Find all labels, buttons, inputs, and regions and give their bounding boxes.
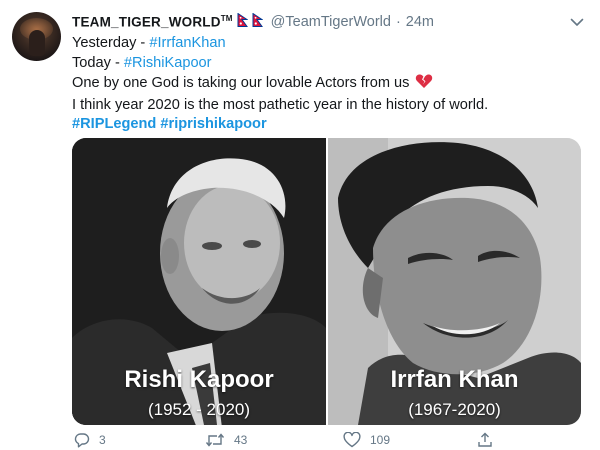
timestamp[interactable]: 24m — [406, 14, 434, 30]
photo-rishi-kapoor[interactable]: Rishi Kapoor (1952 - 2020) — [72, 138, 326, 425]
retweet-icon — [205, 432, 225, 448]
tweet-line-1: Yesterday - #IrrfanKhan — [72, 34, 582, 54]
display-name-text: TEAM_TIGER_WORLD — [72, 14, 221, 30]
like-count: 109 — [370, 433, 391, 447]
nepal-flag-icon — [237, 12, 249, 32]
retweet-count: 43 — [234, 433, 248, 447]
avatar[interactable] — [12, 12, 61, 61]
tweet-media[interactable]: Rishi Kapoor (1952 - 2020) Irrfan Khan (… — [72, 138, 581, 425]
tweet-actions: 3 43 109 — [72, 432, 512, 450]
photo-irrfan-khan[interactable]: Irrfan Khan (1967-2020) — [328, 138, 581, 425]
actor-years-right: (1967-2020) — [408, 400, 501, 419]
broken-heart-icon — [415, 73, 433, 96]
share-button[interactable] — [477, 432, 493, 448]
avatar-figure — [29, 30, 45, 56]
actor-name-right: Irrfan Khan — [390, 366, 519, 393]
chevron-down-icon[interactable] — [570, 14, 584, 32]
tweet-header: TEAM_TIGER_WORLDTM @TeamTigerWorld · 24m — [72, 11, 434, 33]
tweet-line-5: #RIPLegend #riprishikapoor — [72, 115, 582, 135]
line-2-prefix: Today - — [72, 54, 124, 71]
line-1-prefix: Yesterday - — [72, 35, 150, 51]
hashtag-irrfankhan[interactable]: #IrrfanKhan — [149, 35, 225, 51]
nepal-flag-icon — [252, 12, 264, 32]
display-name[interactable]: TEAM_TIGER_WORLDTM — [72, 14, 233, 30]
time-separator: · — [395, 14, 401, 30]
tweet[interactable]: TEAM_TIGER_WORLDTM @TeamTigerWorld · 24m… — [0, 0, 600, 450]
tweet-line-4: I think year 2020 is the most pathetic y… — [72, 96, 489, 113]
like-button[interactable]: 109 — [343, 432, 390, 448]
reply-button[interactable]: 3 — [74, 432, 106, 448]
actor-years-left: (1952 - 2020) — [147, 400, 251, 419]
hashtag-riplegend[interactable]: #RIPLegend — [72, 116, 156, 132]
share-icon — [477, 432, 493, 448]
tweet-line-3: One by one God is taking our lovable Act… — [72, 73, 582, 96]
hashtag-riprishikapoor[interactable]: #riprishikapoor — [160, 116, 266, 132]
tweet-text: Yesterday - #IrrfanKhan Today - #RishiKa… — [72, 34, 582, 135]
line-3-text: One by one God is taking our lovable Act… — [72, 75, 410, 91]
retweet-button[interactable]: 43 — [205, 432, 247, 448]
reply-count: 3 — [99, 433, 106, 447]
heart-icon — [343, 432, 361, 448]
reply-icon — [74, 432, 90, 448]
actor-name-left: Rishi Kapoor — [124, 366, 274, 393]
tweet-line-2: Today - #RishiKapoor — [72, 54, 582, 74]
tm-mark: TM — [220, 14, 233, 24]
hashtag-rishikapoor[interactable]: #RishiKapoor — [124, 55, 212, 71]
user-handle[interactable]: @TeamTigerWorld — [271, 14, 391, 30]
